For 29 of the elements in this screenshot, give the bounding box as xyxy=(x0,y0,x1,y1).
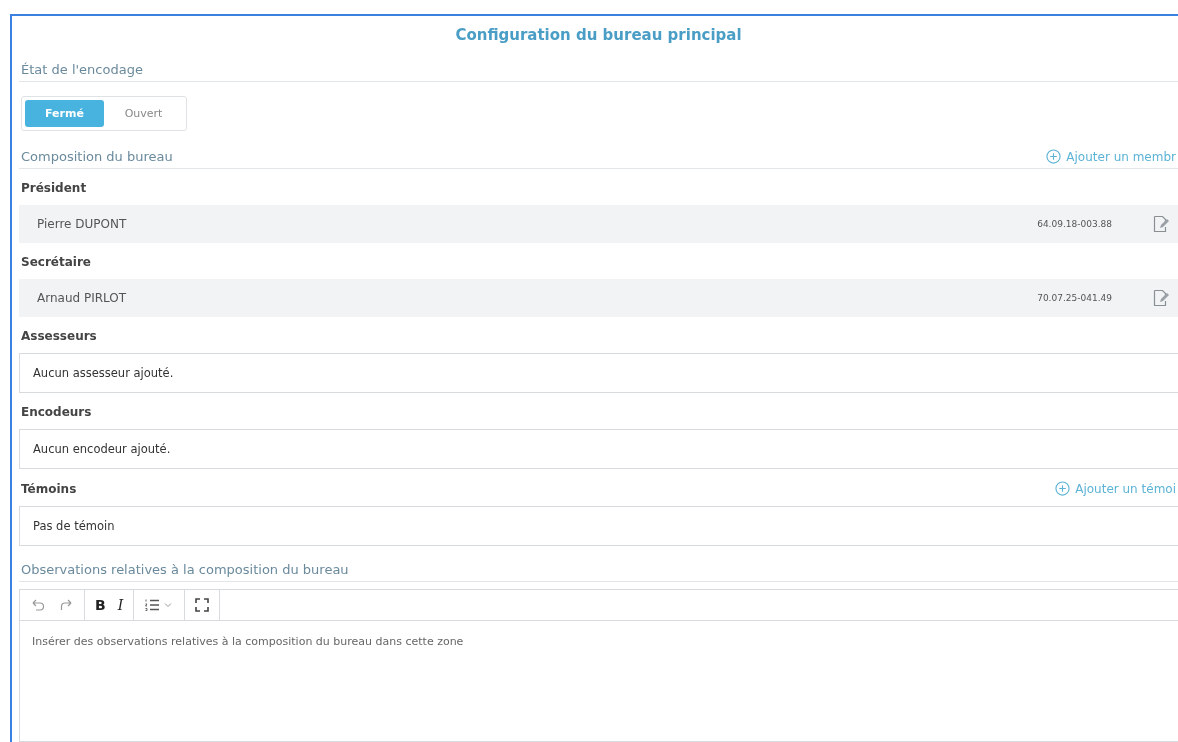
section-heading: Composition du bureau xyxy=(21,149,173,164)
role-label: Assesseurs xyxy=(21,329,97,343)
role-label: Président xyxy=(21,181,87,195)
plus-circle-icon xyxy=(1046,149,1062,164)
national-number: 64.09.18-003.88 xyxy=(1037,219,1112,229)
empty-message: Pas de témoin xyxy=(33,519,115,533)
member-name: Pierre DUPONT xyxy=(36,217,128,231)
edit-icon[interactable] xyxy=(1152,215,1170,233)
bold-button[interactable]: B xyxy=(95,597,106,613)
empty-message: Aucun assesseur ajouté. xyxy=(33,366,174,380)
add-witness-link[interactable]: Ajouter un témoi xyxy=(1055,481,1176,496)
plus-circle-icon xyxy=(1055,481,1071,496)
add-member-link[interactable]: Ajouter un membr xyxy=(1046,149,1176,164)
page-title: Configuration du bureau principal xyxy=(454,25,743,46)
role-label: Secrétaire xyxy=(21,255,91,269)
undo-icon[interactable] xyxy=(30,597,46,613)
redo-icon[interactable] xyxy=(58,597,74,613)
national-number: 70.07.25-041.49 xyxy=(1037,293,1112,303)
section-heading: État de l'encodage xyxy=(21,62,143,77)
section-heading: Observations relatives à la composition du bureau xyxy=(21,562,349,577)
role-label: Encodeurs xyxy=(21,405,92,419)
empty-message: Aucun encodeur ajouté. xyxy=(33,442,171,456)
fullscreen-icon[interactable] xyxy=(195,598,210,612)
italic-button[interactable]: I xyxy=(117,597,124,613)
edit-icon[interactable] xyxy=(1152,289,1170,307)
toggle-option[interactable]: Fermé xyxy=(25,100,104,127)
role-label: Témoins xyxy=(21,481,77,496)
member-name: Arnaud PIRLOT xyxy=(36,291,128,305)
observations-editor[interactable]: B I Insérer des observations relatives à la composition du bureau dans cette zone xyxy=(19,589,1178,742)
